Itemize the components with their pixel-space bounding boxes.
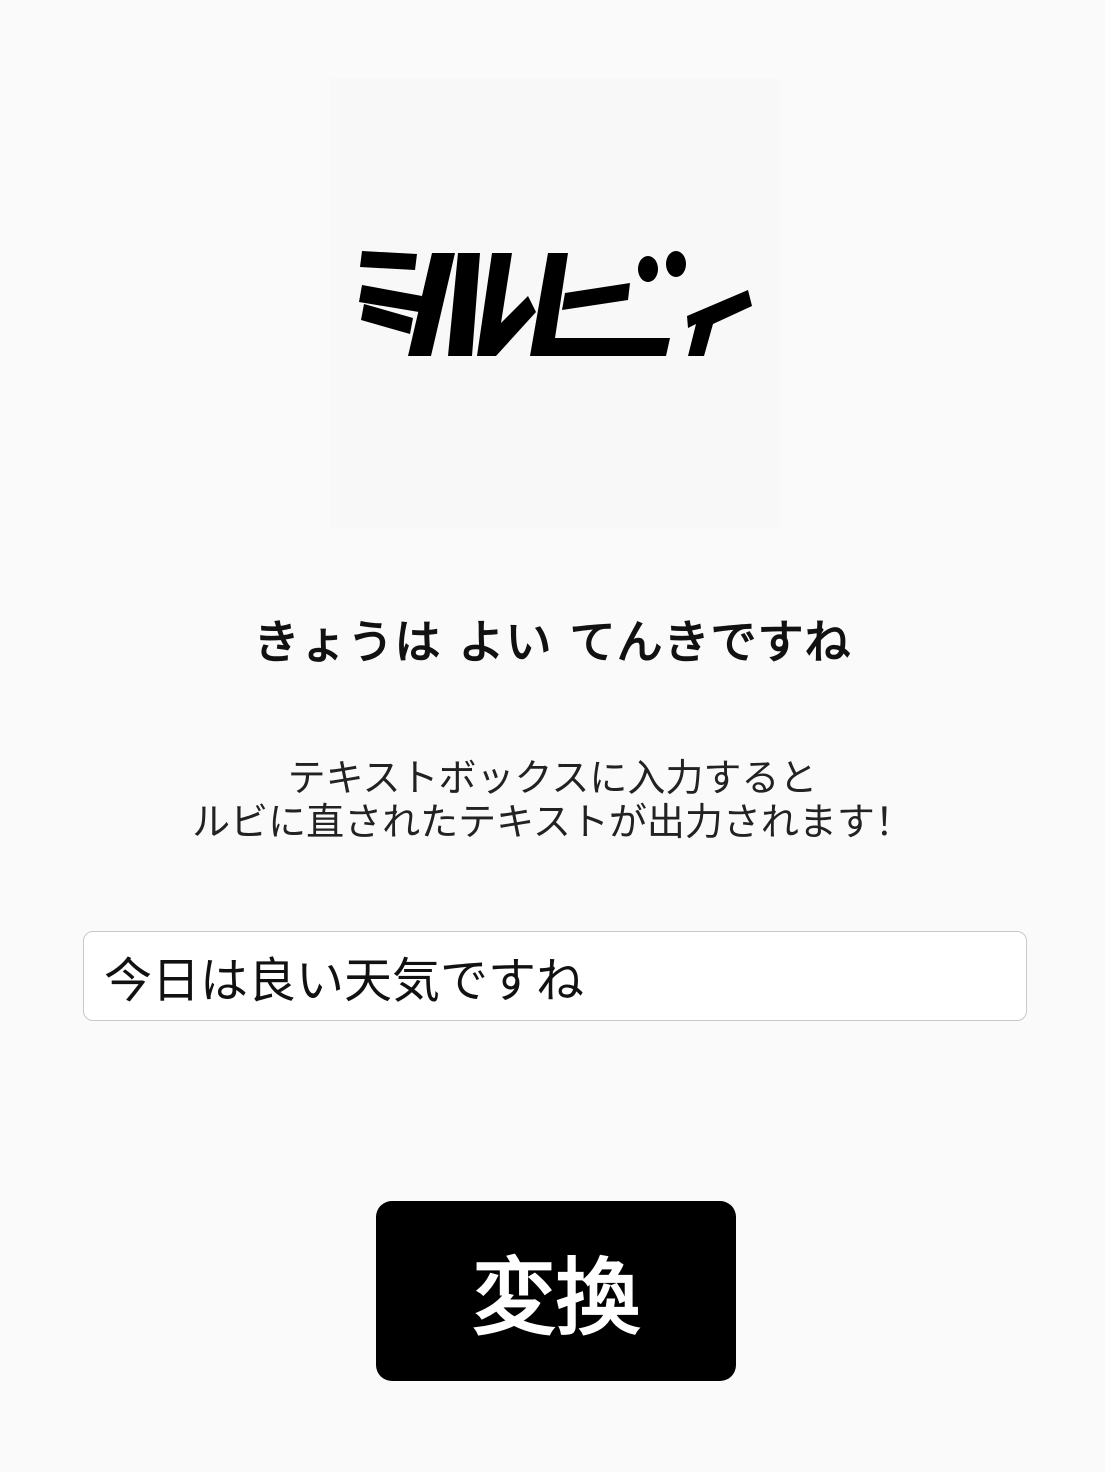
- sirubi-logo-icon: [359, 251, 752, 356]
- instructions-line-1: テキストボックスに入力すると: [287, 756, 818, 800]
- instructions-text: テキストボックスに入力すると ルビに直されたテキストが出力されます！: [0, 756, 1105, 844]
- text-input-field[interactable]: [83, 931, 1027, 1021]
- app-logo: [330, 78, 780, 528]
- instructions-line-2: ルビに直されたテキストが出力されます！: [192, 800, 913, 844]
- ruby-output-text: きょうは よい てんきですね: [253, 615, 852, 669]
- app-page: きょうは よい てんきですね テキストボックスに入力すると ルビに直されたテキス…: [0, 0, 1105, 1472]
- convert-button[interactable]: 変換: [376, 1201, 736, 1381]
